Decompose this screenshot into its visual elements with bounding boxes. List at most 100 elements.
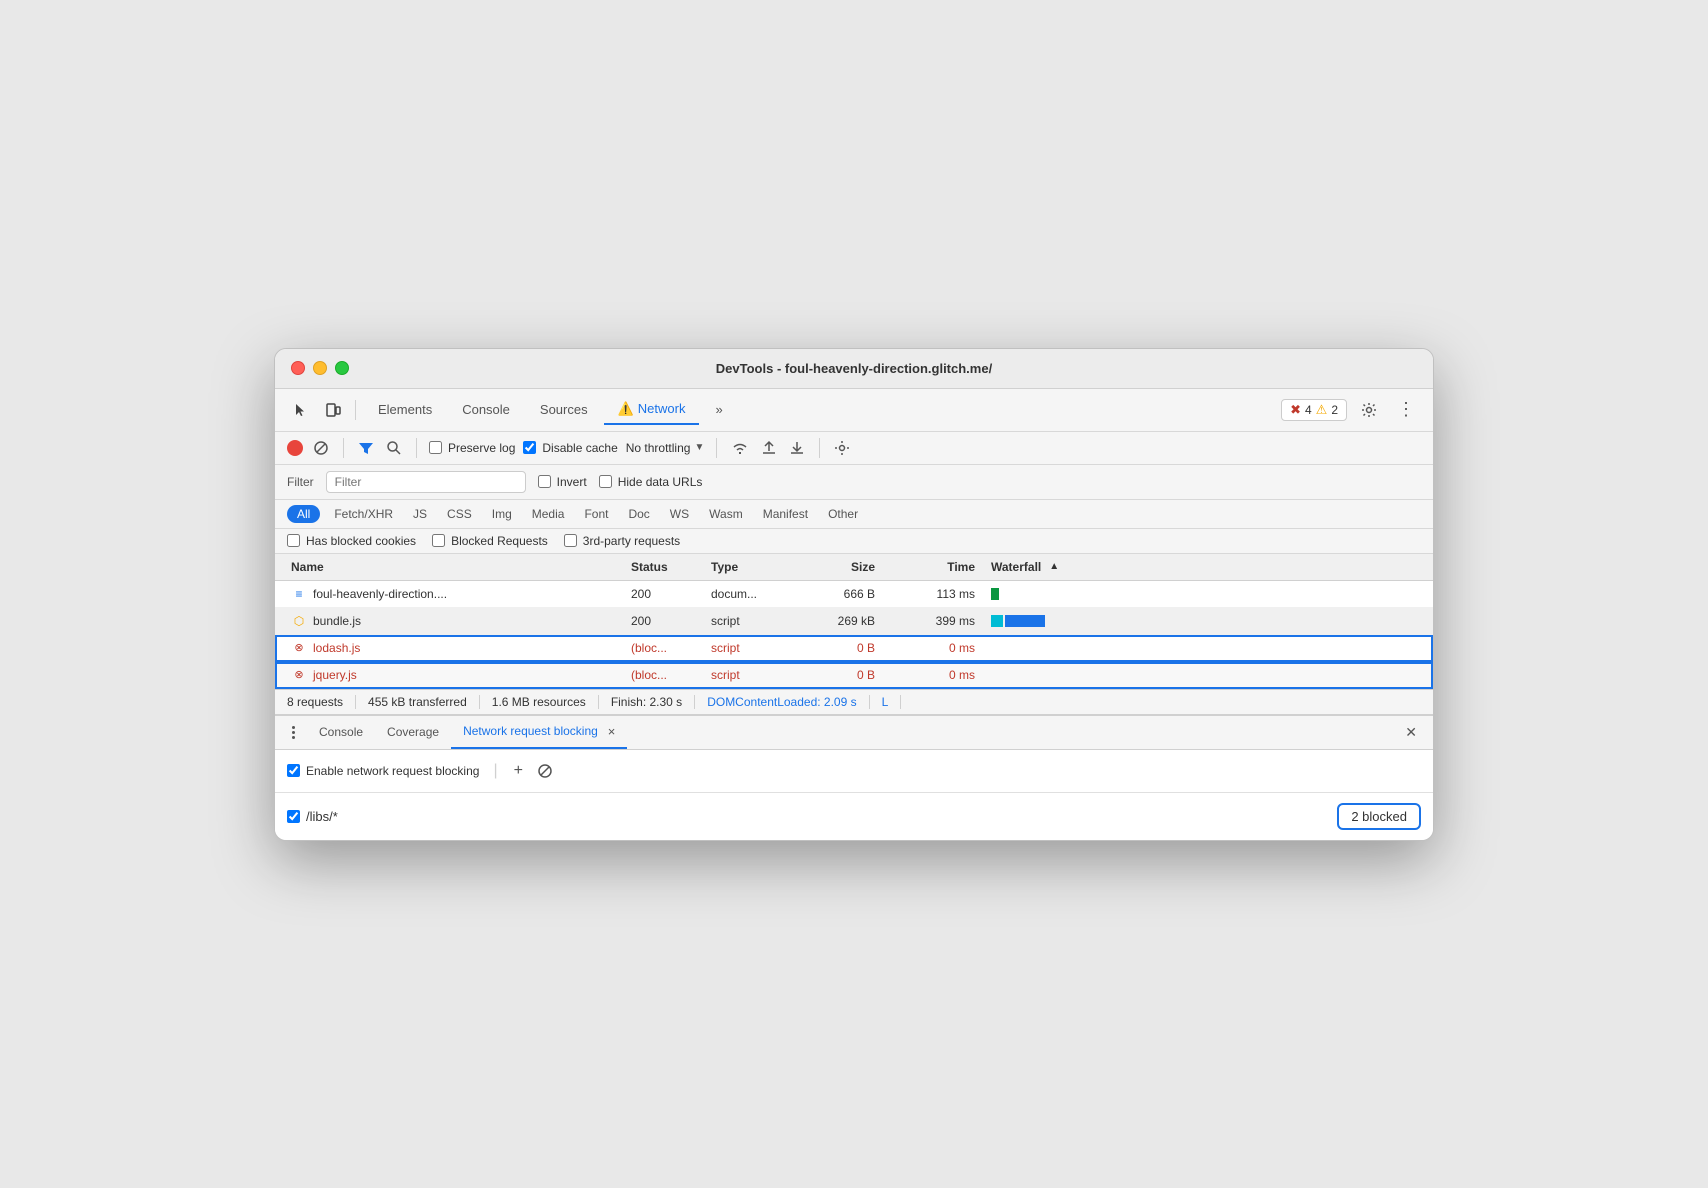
warning-icon: ⚠: [1316, 402, 1328, 418]
error-icon: ✖: [1290, 402, 1301, 418]
devtools-window: DevTools - foul-heavenly-direction.glitc…: [274, 348, 1434, 841]
type-filter-other[interactable]: Other: [822, 505, 864, 523]
type-filter-manifest[interactable]: Manifest: [757, 505, 814, 523]
tab-console[interactable]: Console: [448, 396, 524, 423]
pattern-checkbox-label[interactable]: /libs/*: [287, 809, 338, 824]
maximize-button[interactable]: [335, 361, 349, 375]
main-toolbar: Elements Console Sources ⚠️ Network » ✖ …: [275, 389, 1433, 432]
table-row[interactable]: ⬡ bundle.js 200 script 269 kB 399 ms: [275, 608, 1433, 635]
filter-bar: Filter Invert Hide data URLs: [275, 465, 1433, 500]
third-party-checkbox[interactable]: [564, 534, 577, 547]
preserve-log-checkbox[interactable]: [429, 441, 442, 454]
has-blocked-cookies-checkbox[interactable]: [287, 534, 300, 547]
type-filter-fetch[interactable]: Fetch/XHR: [328, 505, 399, 523]
cursor-tool-button[interactable]: [287, 399, 315, 421]
separator: [355, 400, 356, 420]
window-title: DevTools - foul-heavenly-direction.glitc…: [716, 361, 992, 376]
close-panel-button[interactable]: ✕: [1397, 720, 1425, 745]
blocked-icon: ⊗: [291, 640, 307, 656]
type-filter-media[interactable]: Media: [526, 505, 571, 523]
tab-coverage[interactable]: Coverage: [375, 717, 451, 747]
tab-elements[interactable]: Elements: [364, 396, 446, 423]
filter-button[interactable]: [356, 438, 376, 458]
tab-network[interactable]: ⚠️ Network: [604, 395, 700, 425]
throttling-control: No throttling ▼: [626, 441, 705, 455]
search-button[interactable]: [384, 438, 404, 458]
more-tabs-button[interactable]: [283, 722, 303, 742]
preserve-log-label[interactable]: Preserve log: [429, 441, 515, 455]
error-count: 4: [1305, 403, 1312, 417]
type-filter-doc[interactable]: Doc: [622, 505, 655, 523]
blocked-requests-label[interactable]: Blocked Requests: [432, 534, 548, 548]
network-settings-button[interactable]: [832, 438, 852, 458]
third-party-label[interactable]: 3rd-party requests: [564, 534, 680, 548]
header-name: Name: [283, 554, 623, 580]
invert-checkbox[interactable]: [538, 475, 551, 488]
cell-status: (bloc...: [623, 663, 703, 687]
cell-time: 399 ms: [883, 609, 983, 633]
cell-size: 666 B: [783, 582, 883, 606]
cursor-icon: [293, 402, 309, 418]
cell-waterfall: [983, 583, 1425, 605]
type-filter-img[interactable]: Img: [486, 505, 518, 523]
table-row-blocked[interactable]: ⊗ jquery.js (bloc... script 0 B 0 ms: [275, 662, 1433, 689]
cell-name: ⊗ jquery.js: [283, 662, 623, 688]
table-row[interactable]: ≡ foul-heavenly-direction.... 200 docum.…: [275, 581, 1433, 608]
cell-size: 269 kB: [783, 609, 883, 633]
type-filter-font[interactable]: Font: [578, 505, 614, 523]
blocked-requests-checkbox[interactable]: [432, 534, 445, 547]
close-tab-icon[interactable]: ×: [608, 724, 616, 739]
clear-button[interactable]: [311, 438, 331, 458]
separator2: [343, 438, 344, 458]
close-button[interactable]: [291, 361, 305, 375]
disable-cache-checkbox[interactable]: [523, 441, 536, 454]
enable-blocking-label[interactable]: Enable network request blocking: [287, 764, 479, 778]
cell-status: 200: [623, 582, 703, 606]
cell-type: docum...: [703, 582, 783, 606]
settings-button[interactable]: [1355, 399, 1383, 421]
type-filter-all[interactable]: All: [287, 505, 320, 523]
warning-count: 2: [1331, 403, 1338, 417]
throttling-label: No throttling: [626, 441, 691, 455]
hide-data-urls-label[interactable]: Hide data URLs: [599, 475, 703, 489]
table-header: Name Status Type Size Time Waterfall ▲: [275, 554, 1433, 581]
download-button[interactable]: [787, 438, 807, 458]
disable-cache-label[interactable]: Disable cache: [523, 441, 617, 455]
cell-size: 0 B: [783, 663, 883, 687]
upload-button[interactable]: [759, 438, 779, 458]
minimize-button[interactable]: [313, 361, 327, 375]
cell-name: ⬡ bundle.js: [283, 608, 623, 634]
dom-content-loaded[interactable]: DOMContentLoaded: 2.09 s: [695, 695, 869, 709]
block-all-button[interactable]: [535, 761, 555, 781]
type-filter-wasm[interactable]: Wasm: [703, 505, 749, 523]
wifi-icon: [731, 440, 749, 456]
block-all-icon: [537, 763, 553, 779]
invert-label[interactable]: Invert: [538, 475, 587, 489]
online-status-button[interactable]: [729, 438, 751, 458]
load-time[interactable]: L: [870, 695, 902, 709]
cookie-filter-bar: Has blocked cookies Blocked Requests 3rd…: [275, 529, 1433, 554]
type-filter-js[interactable]: JS: [407, 505, 433, 523]
table-row-blocked[interactable]: ⊗ lodash.js (bloc... script 0 B 0 ms: [275, 635, 1433, 662]
more-options-button[interactable]: ⋮: [1391, 396, 1421, 423]
hide-data-urls-checkbox[interactable]: [599, 475, 612, 488]
cell-waterfall: [983, 670, 1425, 680]
device-toolbar-button[interactable]: [319, 399, 347, 421]
header-waterfall: Waterfall ▲: [983, 554, 1425, 580]
pattern-checkbox[interactable]: [287, 810, 300, 823]
tab-sources[interactable]: Sources: [526, 396, 602, 423]
cell-status: (bloc...: [623, 636, 703, 660]
type-filter-ws[interactable]: WS: [664, 505, 695, 523]
has-blocked-cookies-label[interactable]: Has blocked cookies: [287, 534, 416, 548]
record-button[interactable]: [287, 440, 303, 456]
type-filter-css[interactable]: CSS: [441, 505, 478, 523]
tab-console-bottom[interactable]: Console: [307, 717, 375, 747]
cell-size: 0 B: [783, 636, 883, 660]
add-pattern-button[interactable]: +: [512, 760, 525, 782]
tab-network-request-blocking[interactable]: Network request blocking ×: [451, 716, 627, 749]
filter-input[interactable]: [326, 471, 526, 493]
resources-size: 1.6 MB resources: [480, 695, 599, 709]
tab-more[interactable]: »: [701, 396, 736, 423]
cell-type: script: [703, 663, 783, 687]
enable-blocking-checkbox[interactable]: [287, 764, 300, 777]
